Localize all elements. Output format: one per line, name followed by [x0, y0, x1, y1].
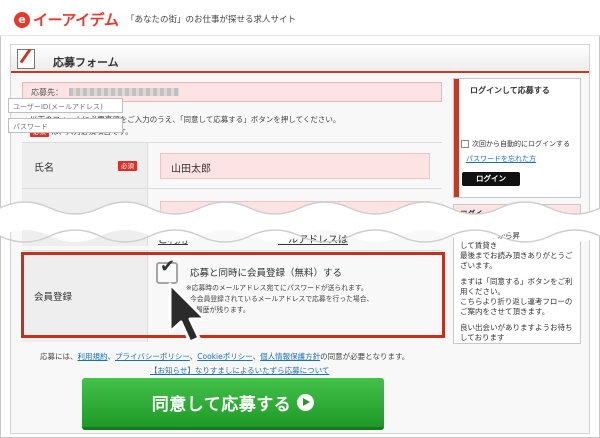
agree-and-apply-label: 同意して応募する — [151, 395, 292, 415]
auto-login-label: 次回から自動的にログインする — [472, 140, 570, 148]
info-line-9: 良い出会いがありますようお待ち — [460, 323, 573, 332]
agreement-prefix: 応募には、 — [40, 352, 78, 361]
personal-info-policy-link[interactable]: 個人情報保護方針 — [260, 352, 320, 361]
logo-text: イーアイデム — [33, 11, 119, 29]
torn-edge-divider — [0, 201, 600, 243]
mouse-pointer-icon — [168, 282, 207, 344]
login-accent-bar — [454, 79, 459, 197]
name-required-badge: 必須 — [118, 161, 137, 171]
info-line-7: こちらより折り返し運考フローの — [460, 297, 573, 306]
terms-link[interactable]: 利用規約 — [78, 352, 108, 361]
spoofing-notice-link[interactable]: 【お知らせ】なりすましによるいたずら応募について — [150, 365, 329, 376]
user-id-input[interactable] — [8, 98, 123, 113]
destination-redacted — [69, 88, 179, 96]
password-input[interactable] — [8, 118, 123, 133]
form-title-bar: 応募フォーム — [11, 45, 589, 73]
privacy-policy-link[interactable]: プライバシーポリシー — [115, 352, 190, 361]
logo-mark-icon: e — [14, 11, 30, 28]
form-title: 応募フォーム — [53, 56, 119, 69]
login-title: ログインして応募する — [470, 86, 550, 95]
name-label-cell: 氏名 必須 — [22, 143, 148, 188]
info-line-10: しております — [460, 333, 505, 342]
agreement-text: 応募には、利用規約、プライバシーポリシー、Cookieポリシー、個人情報保護方針… — [40, 352, 410, 361]
cookie-policy-link[interactable]: Cookieポリシー — [197, 352, 252, 361]
name-value: 山田太郎 — [171, 164, 211, 175]
info-line-5: まずは「同意する」ボタンをご利 — [460, 277, 573, 286]
info-line-4: ざいます。 — [460, 261, 497, 270]
destination-label: 応募先： — [31, 88, 63, 97]
auto-login-checkbox[interactable] — [461, 140, 469, 148]
login-button[interactable]: ログイン — [462, 172, 520, 186]
site-header: e イーアイデム 「あなたの街」のお仕事が探せる求人サイト — [0, 0, 600, 36]
name-input[interactable]: 山田太郎 — [160, 153, 430, 179]
agreement-suffix: の同意が必要となります。 — [320, 352, 410, 361]
name-row: 氏名 必須 山田太郎 — [22, 142, 442, 188]
play-arrow-icon — [297, 394, 315, 411]
site-logo[interactable]: e イーアイデム — [14, 9, 119, 30]
agree-and-apply-button[interactable]: 同意して応募する — [82, 378, 384, 430]
site-tagline: 「あなたの街」のお仕事が探せる求人サイト — [126, 15, 297, 25]
auto-login-option[interactable]: 次回から自動的にログインする — [461, 139, 570, 149]
info-line-8: ご案内をさせて頂きます。 — [460, 307, 550, 316]
forgot-password-link[interactable]: パスワードを忘れた方 — [466, 154, 536, 164]
pen-note-icon — [17, 49, 35, 69]
name-label: 氏名 — [34, 163, 54, 174]
info-line-6: 用ください。 — [460, 287, 505, 296]
highlight-frame — [21, 252, 445, 338]
